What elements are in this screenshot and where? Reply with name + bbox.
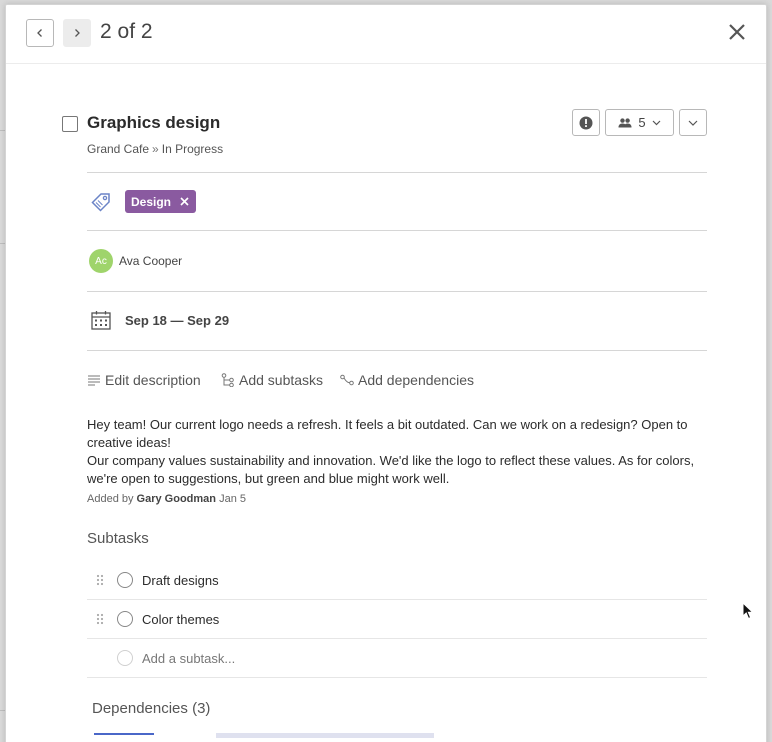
dependency-bar-partial[interactable]	[216, 733, 434, 738]
add-subtask-row[interactable]: Add a subtask...	[87, 639, 707, 678]
description-paragraph: Hey team! Our current logo needs a refre…	[87, 417, 688, 450]
added-by-date: Jan 5	[219, 493, 246, 505]
add-subtasks-label: Add subtasks	[239, 372, 324, 388]
breadcrumb-project[interactable]: Grand Cafe	[87, 142, 149, 156]
previous-task-button[interactable]	[26, 19, 54, 47]
task-description[interactable]: Hey team! Our current logo needs a refre…	[87, 416, 709, 488]
subtask-label[interactable]: Draft designs	[142, 573, 219, 588]
task-title[interactable]: Graphics design	[87, 113, 220, 133]
subtask-row[interactable]: Draft designs	[87, 561, 707, 600]
dependencies-heading: Dependencies (3)	[92, 700, 211, 717]
added-by-prefix: Added by	[87, 493, 134, 505]
added-by-author: Gary Goodman	[136, 493, 217, 505]
pager-text: 2 of 2	[100, 20, 153, 43]
task-detail-modal: 2 of 2 Graphics design Grand Cafe» In Pro…	[5, 4, 767, 742]
added-by-note: Added by Gary Goodman Jan 5	[87, 493, 246, 505]
edit-description-label: Edit description	[105, 372, 201, 388]
breadcrumb: Grand Cafe» In Progress	[87, 142, 223, 156]
modal-topbar: 2 of 2	[6, 5, 766, 64]
subtask-label[interactable]: Color themes	[142, 612, 219, 627]
breadcrumb-status[interactable]: In Progress	[162, 142, 223, 156]
add-subtask-input[interactable]: Add a subtask...	[142, 651, 235, 666]
add-subtasks-button[interactable]: Add subtasks	[221, 372, 323, 388]
chevron-left-icon	[37, 29, 42, 37]
edit-description-button[interactable]: Edit description	[87, 372, 201, 388]
subtask-complete-toggle[interactable]	[117, 572, 133, 588]
chevron-right-icon	[75, 29, 80, 37]
breadcrumb-separator: »	[152, 142, 159, 156]
dependency-icon	[340, 374, 354, 386]
avatar[interactable]: Ac	[89, 249, 113, 273]
divider	[87, 350, 707, 351]
text-lines-icon	[88, 375, 100, 386]
description-paragraph: Our company values sustainability and in…	[87, 453, 695, 486]
next-task-button[interactable]	[63, 19, 91, 47]
subtask-complete-toggle[interactable]	[117, 611, 133, 627]
assignee-name[interactable]: Ava Cooper	[119, 254, 182, 268]
members-count: 5	[638, 115, 646, 130]
task-complete-checkbox[interactable]	[62, 116, 78, 132]
subtasks-heading: Subtasks	[87, 530, 149, 547]
divider	[87, 230, 707, 231]
tag-label: Design	[131, 194, 172, 209]
dependency-link-partial[interactable]	[94, 733, 154, 738]
drag-handle-icon[interactable]	[96, 613, 104, 625]
priority-button[interactable]	[572, 109, 600, 136]
add-dependencies-label: Add dependencies	[358, 372, 474, 388]
calendar-icon	[91, 311, 111, 330]
more-options-button[interactable]	[679, 109, 707, 136]
mouse-cursor-icon	[742, 602, 754, 620]
drag-handle-icon[interactable]	[96, 574, 104, 586]
members-button[interactable]: 5	[605, 109, 674, 136]
remove-tag-icon[interactable]	[180, 197, 189, 206]
users-icon	[618, 117, 632, 127]
chevron-down-icon	[652, 120, 661, 125]
add-dependencies-button[interactable]: Add dependencies	[340, 372, 474, 388]
tag-design[interactable]: Design	[125, 190, 197, 213]
subtask-row[interactable]: Color themes	[87, 600, 707, 639]
divider	[87, 172, 707, 173]
tag-icon[interactable]	[91, 192, 111, 212]
divider	[87, 291, 707, 292]
exclamation-icon	[579, 116, 593, 129]
close-icon[interactable]	[728, 23, 746, 41]
date-range[interactable]: Sep 18 — Sep 29	[125, 313, 229, 328]
subtask-icon	[221, 373, 234, 387]
chevron-down-icon	[688, 120, 698, 126]
new-subtask-circle	[117, 650, 133, 666]
